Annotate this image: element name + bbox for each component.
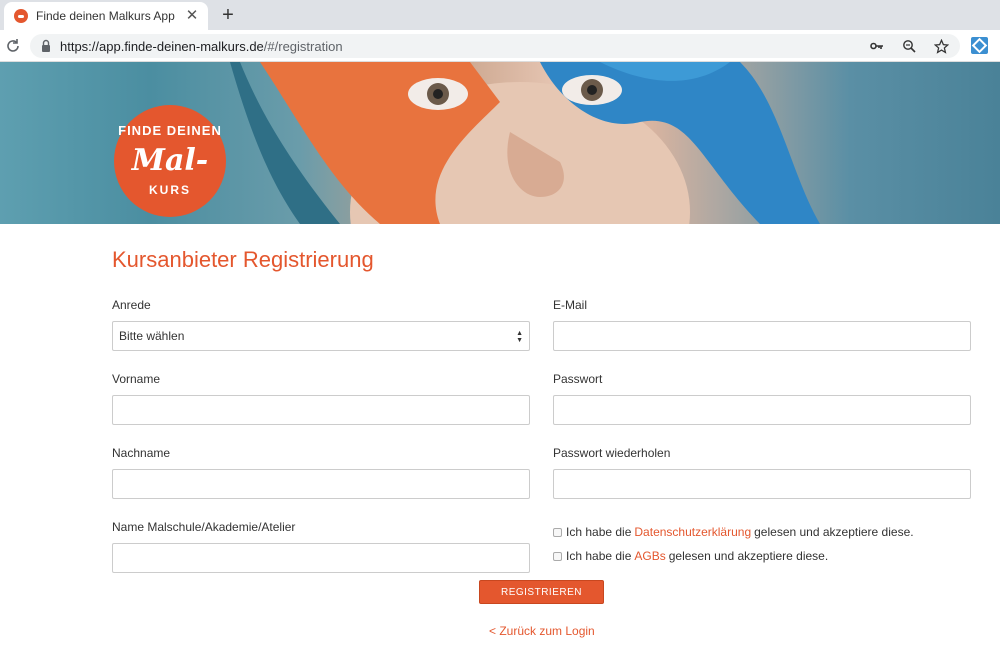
logo-line-2: Mal- bbox=[131, 143, 209, 178]
school-input[interactable] bbox=[112, 543, 530, 573]
page-title: Kursanbieter Registrierung bbox=[112, 247, 374, 272]
password-input[interactable] bbox=[553, 395, 971, 425]
url-path: /#/registration bbox=[263, 38, 343, 54]
anrede-select[interactable]: Bitte wählen ▲ ▼ bbox=[112, 321, 530, 351]
password-repeat-label: Passwort wiederholen bbox=[553, 446, 671, 460]
logo-line-1: FINDE DEINEN bbox=[118, 123, 222, 138]
nachname-input[interactable] bbox=[112, 469, 530, 499]
vorname-label: Vorname bbox=[112, 372, 161, 386]
browser-toolbar: https://app.finde-deinen-malkurs.de/#/re… bbox=[0, 30, 1000, 62]
password-repeat-field: Passwort wiederholen bbox=[553, 446, 971, 512]
school-field: Name Malschule/Akademie/Atelier bbox=[112, 520, 530, 586]
privacy-consent-row: Ich habe die Datenschutzerklärung gelese… bbox=[553, 520, 971, 544]
privacy-suffix: gelesen und akzeptiere diese. bbox=[754, 525, 914, 539]
back-to-login-link[interactable]: < Zurück zum Login bbox=[489, 624, 595, 638]
form-left-column: Anrede Bitte wählen ▲ ▼ Vorname Nachname … bbox=[112, 290, 530, 586]
url-host: https://app.finde-deinen-malkurs.de bbox=[60, 38, 264, 54]
nachname-field: Nachname bbox=[112, 446, 530, 512]
consent-checkboxes: Ich habe die Datenschutzerklärung gelese… bbox=[553, 520, 971, 568]
password-label: Passwort bbox=[553, 372, 603, 386]
reload-icon[interactable] bbox=[4, 37, 22, 55]
url-text: https://app.finde-deinen-malkurs.de/#/re… bbox=[60, 39, 343, 54]
privacy-checkbox[interactable] bbox=[553, 527, 562, 537]
password-repeat-input[interactable] bbox=[553, 469, 971, 499]
browser-tab[interactable]: Finde deinen Malkurs App ✕ bbox=[4, 2, 208, 30]
select-arrows-icon: ▲ ▼ bbox=[516, 330, 523, 344]
nachname-label: Nachname bbox=[112, 446, 171, 460]
school-label: Name Malschule/Akademie/Atelier bbox=[112, 520, 296, 534]
email-input[interactable] bbox=[553, 321, 971, 351]
zoom-icon[interactable] bbox=[900, 37, 918, 55]
logo-line-3: KURS bbox=[148, 183, 191, 197]
terms-link[interactable]: AGBs bbox=[634, 549, 665, 563]
bookmark-star-icon[interactable] bbox=[932, 37, 950, 55]
terms-suffix: gelesen und akzeptiere diese. bbox=[668, 549, 829, 563]
favicon-icon bbox=[14, 9, 28, 23]
terms-prefix: Ich habe die bbox=[566, 549, 632, 563]
vorname-input[interactable] bbox=[112, 395, 530, 425]
address-bar[interactable]: https://app.finde-deinen-malkurs.de/#/re… bbox=[30, 34, 960, 58]
form-right-column: E-Mail Passwort Passwort wiederholen Ich… bbox=[553, 290, 971, 568]
anrede-selected-value: Bitte wählen bbox=[119, 329, 185, 343]
new-tab-button[interactable]: + bbox=[218, 5, 238, 25]
browser-tab-bar: Finde deinen Malkurs App ✕ + bbox=[0, 0, 1000, 30]
terms-consent-row: Ich habe die AGBs gelesen und akzeptiere… bbox=[553, 544, 971, 568]
email-label: E-Mail bbox=[553, 298, 588, 312]
anrede-label: Anrede bbox=[112, 298, 151, 312]
key-icon[interactable] bbox=[868, 37, 886, 55]
privacy-link[interactable]: Datenschutzerklärung bbox=[634, 525, 751, 539]
anrede-field: Anrede Bitte wählen ▲ ▼ bbox=[112, 298, 530, 364]
finde-deinen-malkurs-logo[interactable]: FINDE DEINEN Mal- KURS bbox=[114, 105, 226, 217]
lock-icon bbox=[40, 39, 52, 53]
terms-checkbox[interactable] bbox=[553, 551, 562, 561]
register-button[interactable]: REGISTRIEREN bbox=[479, 580, 604, 604]
tab-title: Finde deinen Malkurs App bbox=[36, 9, 175, 23]
password-field: Passwort bbox=[553, 372, 971, 438]
tab-close-icon[interactable]: ✕ bbox=[184, 8, 200, 24]
vorname-field: Vorname bbox=[112, 372, 530, 438]
email-field: E-Mail bbox=[553, 298, 971, 364]
privacy-prefix: Ich habe die bbox=[566, 525, 632, 539]
hero-banner: FINDE DEINEN Mal- KURS bbox=[0, 62, 1000, 224]
extension-icon[interactable] bbox=[971, 37, 988, 54]
